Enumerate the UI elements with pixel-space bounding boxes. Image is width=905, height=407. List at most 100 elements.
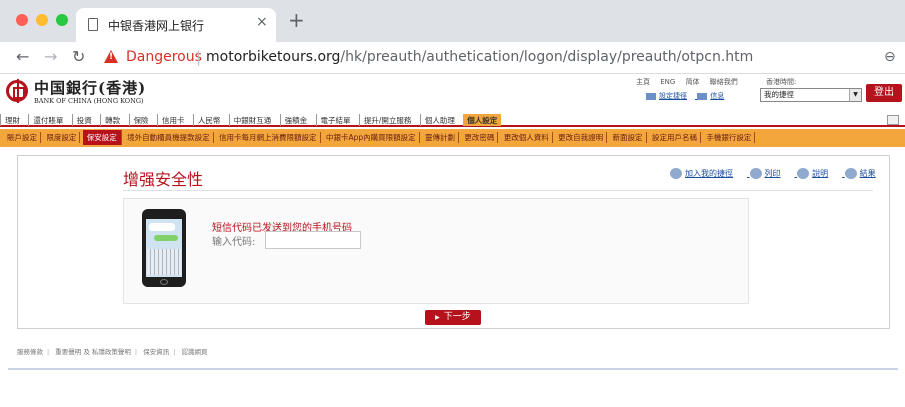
footer-separator: |: [173, 348, 176, 356]
back-arrow-icon[interactable]: ←: [16, 48, 29, 66]
main-nav-item[interactable]: 轉款: [100, 114, 124, 126]
main-nav-item[interactable]: 個人助理: [419, 114, 459, 126]
address-bar[interactable]: motorbiketours.org/hk/preauth/autheticat…: [206, 49, 753, 65]
result-icon: [844, 168, 857, 179]
help-label: 說明: [812, 169, 829, 178]
maximize-window-icon[interactable]: [56, 14, 68, 26]
footer-link-about[interactable]: 認識網頁: [181, 348, 207, 356]
new-tab-button[interactable]: +: [288, 10, 305, 30]
main-nav-item[interactable]: 提升/開立服務: [358, 114, 416, 126]
reload-icon[interactable]: ↻: [72, 48, 85, 66]
footer-link-security[interactable]: 保安資訊: [143, 348, 169, 356]
sms-bubble-reply: [154, 235, 178, 241]
footer-link-privacy[interactable]: 重要聲明 及 私隱政策聲明: [55, 348, 131, 356]
sub-nav-item[interactable]: 更改密碼: [461, 132, 499, 143]
otp-code-input[interactable]: [265, 231, 361, 249]
hk-time-label: 香港時間:: [766, 78, 797, 86]
footer-separator: |: [47, 348, 50, 356]
mail-icon: [697, 92, 708, 100]
security-status[interactable]: Dangerous: [126, 49, 202, 65]
page-title: 增强安全性: [123, 170, 204, 189]
otp-panel: 短信代码已发送到您的手机号码 输入代码:: [123, 198, 749, 304]
sms-bubble: [149, 223, 175, 231]
zoom-icon[interactable]: ⊖: [884, 49, 896, 65]
phone-keyboard: [147, 249, 181, 275]
main-nav-item-active[interactable]: 個人設定: [463, 114, 502, 126]
chevron-down-icon: ▼: [849, 89, 861, 101]
url-path: /hk/preauth/authetication/logon/display/…: [340, 49, 754, 65]
phone-screen: [146, 219, 182, 277]
logout-button[interactable]: 登出: [866, 84, 902, 102]
sub-nav-item[interactable]: 設定用戶名稱: [649, 132, 701, 143]
sub-nav-item-active[interactable]: 保安設定: [82, 130, 122, 145]
logo-english: BANK OF CHINA (HONG KONG): [34, 97, 144, 105]
main-nav-item[interactable]: 強積金: [279, 114, 312, 126]
footer-link-terms[interactable]: 服務條款: [17, 348, 43, 356]
sub-nav-item[interactable]: 更改自我證明: [555, 132, 608, 143]
phone-home-button: [160, 279, 168, 285]
top-link-eng[interactable]: ENG: [660, 78, 675, 86]
main-nav-item[interactable]: 信用卡: [156, 114, 189, 126]
sub-nav-item[interactable]: 境外自動櫃員機提款設定: [124, 132, 214, 143]
sub-nav-item[interactable]: 中銀卡App內購買限額設定: [323, 132, 420, 143]
smartphone-icon: [142, 209, 186, 287]
add-shortcut-icon: [670, 168, 682, 179]
main-nav-item[interactable]: 人民幣: [192, 114, 225, 126]
favorites-select[interactable]: 我的捷徑 ▼: [760, 88, 862, 102]
close-window-icon[interactable]: [16, 14, 28, 26]
top-link-home[interactable]: 主頁: [636, 78, 650, 86]
bottom-divider: [8, 368, 898, 370]
main-nav-item[interactable]: 中銀財互通: [228, 114, 276, 126]
sub-nav-item[interactable]: 賬戶設定: [4, 132, 41, 143]
main-nav-item[interactable]: 投資: [71, 114, 96, 126]
top-link-simplified[interactable]: 简体: [686, 78, 700, 86]
sub-nav-item[interactable]: 靈傳計劃: [422, 132, 459, 143]
document-icon: [88, 18, 98, 31]
next-button[interactable]: 下一步: [425, 310, 481, 325]
set-shortcut-label: 設定捷徑: [659, 92, 687, 100]
top-links: 主頁 ENG 简体 聯絡我們: [636, 77, 746, 87]
help-icon: [797, 168, 810, 179]
main-nav-item[interactable]: 保險: [128, 114, 153, 126]
set-shortcut-link[interactable]: 設定捷徑: [646, 92, 687, 100]
shortcut-icon: [646, 92, 656, 100]
print-link[interactable]: 列印: [749, 168, 781, 179]
print-label: 列印: [764, 169, 781, 178]
sub-nav-item[interactable]: 手機銀行設定: [703, 132, 756, 143]
bank-header: 中国銀行(香港) BANK OF CHINA (HONG KONG) 主頁 EN…: [0, 74, 905, 112]
logo-chinese: 中国銀行(香港): [34, 79, 147, 97]
menu-toggle-icon[interactable]: [887, 115, 899, 125]
main-nav-item[interactable]: 電子結單: [315, 114, 355, 126]
url-domain: motorbiketours.org: [206, 49, 341, 65]
main-nav-item[interactable]: 理財: [0, 114, 24, 126]
result-label: 結果: [859, 169, 876, 178]
page-actions: 加入我的捷徑 列印 說明 結果: [670, 168, 890, 179]
sub-nav-item[interactable]: 新面設定: [610, 132, 647, 143]
browser-tab-strip: 中银香港网上银行 × +: [0, 0, 905, 42]
sub-nav-item[interactable]: 更改個人資料: [501, 132, 553, 143]
tab-close-icon[interactable]: ×: [256, 14, 268, 30]
help-link[interactable]: 說明: [797, 168, 829, 179]
boc-logo-icon[interactable]: [6, 79, 28, 103]
browser-toolbar: ← → ↻ Dangerous | motorbiketours.org/hk/…: [0, 42, 905, 74]
forward-arrow-icon[interactable]: →: [44, 48, 57, 66]
add-shortcut-link[interactable]: 加入我的捷徑: [670, 168, 733, 179]
add-shortcut-label: 加入我的捷徑: [685, 169, 733, 178]
otp-label: 输入代码:: [212, 237, 256, 248]
top-link-contact[interactable]: 聯絡我們: [710, 78, 738, 86]
minimize-window-icon[interactable]: [36, 14, 48, 26]
divider: [123, 190, 873, 191]
warning-icon[interactable]: [104, 50, 118, 63]
sub-nav-item[interactable]: 信用卡每月網上消費限額設定: [216, 132, 321, 143]
result-link[interactable]: 結果: [844, 168, 876, 179]
main-content: 增强安全性 加入我的捷徑 列印 說明 結果 短信代码已发送到您的手机号码 输入代…: [17, 155, 890, 329]
message-link[interactable]: 信息: [697, 92, 724, 100]
main-nav-item[interactable]: 還付賬單: [28, 114, 67, 126]
sub-nav: 賬戶設定 限度設定 保安設定 境外自動櫃員機提款設定 信用卡每月網上消費限額設定…: [0, 129, 905, 147]
favorites-value: 我的捷徑: [764, 90, 794, 99]
sub-nav-item[interactable]: 限度設定: [43, 132, 81, 143]
print-icon: [749, 168, 762, 179]
footer: 服務條款 | 重要聲明 及 私隱政策聲明 | 保安資訊 | 認識網頁: [17, 346, 211, 356]
browser-tab[interactable]: 中银香港网上银行 ×: [76, 8, 276, 42]
tab-title: 中银香港网上银行: [108, 19, 205, 33]
